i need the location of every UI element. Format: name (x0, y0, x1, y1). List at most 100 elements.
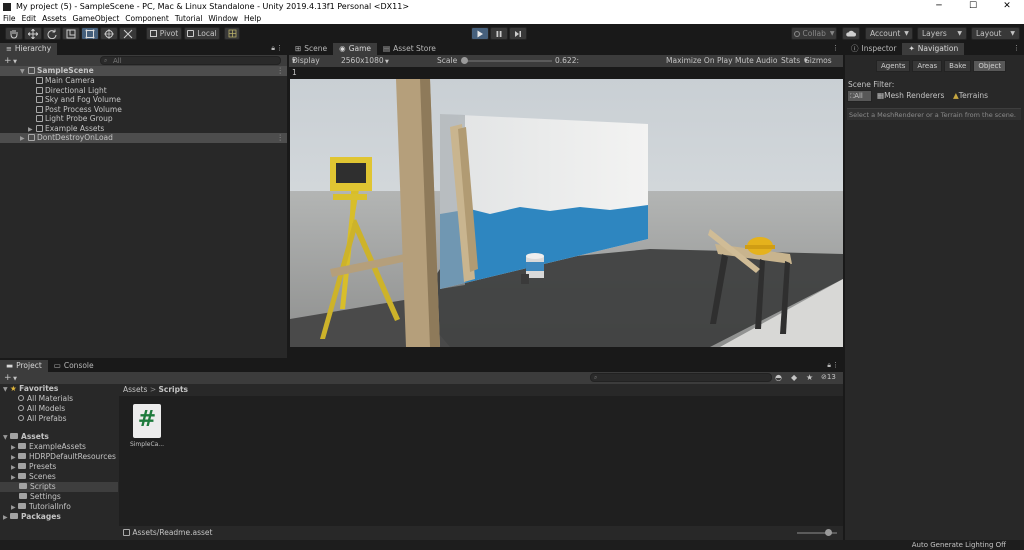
layout-dropdown[interactable]: Layout ▼ (971, 27, 1020, 40)
tree-assets[interactable]: ▼ Assets (0, 432, 118, 442)
lock-icon[interactable]: 🔒︎ (827, 361, 831, 370)
nav-areas-button[interactable]: Areas (912, 60, 943, 72)
filter-by-label-icon[interactable]: ◆ (791, 373, 797, 382)
hierarchy-item-samplescene[interactable]: ▼ SampleScene ⋮ (0, 66, 287, 76)
minimize-button[interactable]: ─ (922, 0, 956, 13)
project-panel: ▬ Project ▭ Console 🔒︎ ⋮ + ▼ ⌕ ◓ ◆ ★ ⊘13 ▼… (0, 360, 843, 540)
panel-menu-icon[interactable]: ⋮ (276, 44, 283, 52)
filter-mesh-renderers-button[interactable]: ▦Mesh Renderers (877, 90, 944, 102)
tree-packages[interactable]: ▶ Packages (0, 512, 118, 522)
rotate-tool-button[interactable] (43, 27, 61, 40)
nav-agents-button[interactable]: Agents (876, 60, 911, 72)
collab-dropdown[interactable]: Collab ▼ (791, 27, 837, 40)
filter-terrains-button[interactable]: ▲Terrains (953, 90, 988, 102)
layers-dropdown[interactable]: Layers ▼ (917, 27, 967, 40)
panel-menu-icon[interactable]: ⋮ (832, 361, 839, 369)
icon-size-slider-track[interactable] (797, 529, 837, 536)
tree-folder-presets[interactable]: ▶ Presets (0, 462, 118, 472)
tab-inspector[interactable]: ⓘ Inspector (845, 43, 902, 55)
resolution-dropdown[interactable]: 2560x1080 ▼ (341, 55, 389, 68)
menu-help[interactable]: Help (241, 14, 264, 23)
local-toggle[interactable]: Local (184, 27, 220, 40)
stats-toggle[interactable]: Stats (781, 55, 800, 67)
icon-size-slider-handle[interactable] (825, 529, 833, 536)
hierarchy-item-dontdestroyonload[interactable]: ▶ DontDestroyOnLoad ⋮ (0, 133, 287, 143)
tab-scene[interactable]: ⊞ Scene (289, 43, 333, 55)
tree-folder-settings[interactable]: Settings (0, 492, 118, 502)
menu-assets[interactable]: Assets (39, 14, 69, 23)
grid-snap-button[interactable] (224, 27, 240, 40)
scale-slider-handle[interactable] (460, 57, 468, 64)
move-tool-button[interactable] (24, 27, 42, 40)
expand-arrow-icon[interactable]: ▶ (11, 464, 16, 471)
panel-menu-icon[interactable]: ⋮ (832, 44, 839, 52)
step-button[interactable] (509, 27, 527, 40)
tree-folder-scripts[interactable]: Scripts (0, 482, 118, 492)
filter-by-type-icon[interactable]: ◓ (775, 373, 782, 382)
menu-component[interactable]: Component (122, 14, 172, 23)
breadcrumb-current[interactable]: Scripts (158, 385, 188, 394)
cloud-services-button[interactable] (842, 27, 860, 40)
expand-arrow-icon[interactable]: ▼ (3, 434, 8, 441)
hierarchy-item-sky-fog[interactable]: Sky and Fog Volume (0, 95, 287, 105)
hierarchy-search-input[interactable]: ⌕ All (100, 56, 281, 65)
favorite-star-icon[interactable]: ★ (806, 373, 813, 382)
game-viewport[interactable] (290, 79, 843, 347)
hierarchy-item-light-probe[interactable]: Light Probe Group (0, 114, 287, 124)
tree-favorite-item[interactable]: All Materials (0, 394, 118, 404)
tree-favorite-item[interactable]: All Prefabs (0, 414, 118, 424)
tree-folder-scenes[interactable]: ▶ Scenes (0, 472, 118, 482)
menu-edit[interactable]: Edit (19, 14, 40, 23)
grid-snap-icon (228, 29, 236, 38)
pivot-toggle[interactable]: Pivot (146, 27, 182, 40)
tab-hierarchy[interactable]: ≡ Hierarchy (0, 43, 58, 55)
tree-favorite-item[interactable]: All Models (0, 404, 118, 414)
lock-icon[interactable]: 🔒︎ (271, 44, 275, 53)
tree-folder-hdrpdefaultresources[interactable]: ▶ HDRPDefaultResources (0, 452, 118, 462)
hand-icon (10, 29, 18, 39)
mute-audio-toggle[interactable]: Mute Audio (735, 55, 777, 67)
scale-tool-button[interactable] (62, 27, 80, 40)
expand-arrow-icon[interactable]: ▶ (11, 474, 16, 481)
tab-project[interactable]: ▬ Project (0, 360, 48, 372)
tab-console[interactable]: ▭ Console (48, 360, 100, 372)
close-button[interactable]: ✕ (990, 0, 1024, 13)
nav-object-button[interactable]: Object (973, 60, 1007, 72)
project-search-input[interactable]: ⌕ (590, 373, 772, 382)
item-menu-icon[interactable]: ⋮ (277, 66, 285, 76)
hand-tool-button[interactable] (5, 27, 23, 40)
expand-arrow-icon[interactable]: ▶ (20, 134, 28, 144)
hidden-packages-toggle[interactable]: ⊘13 (821, 373, 836, 381)
custom-tool-button[interactable] (119, 27, 137, 40)
expand-arrow-icon[interactable]: ▶ (11, 454, 16, 461)
expand-arrow-icon[interactable]: ▶ (3, 514, 8, 521)
maximize-button[interactable]: ☐ (956, 0, 990, 13)
hierarchy-item-main-camera[interactable]: Main Camera (0, 76, 287, 86)
expand-arrow-icon[interactable]: ▶ (11, 504, 16, 511)
play-button[interactable] (471, 27, 489, 40)
pause-button[interactable] (490, 27, 508, 40)
rect-tool-button[interactable] (81, 27, 99, 40)
filter-all-button[interactable]: ⛶All (847, 90, 872, 102)
tree-favorites[interactable]: ▼ ★ Favorites (0, 384, 118, 394)
menu-window[interactable]: Window (205, 14, 241, 23)
menu-file[interactable]: File (0, 14, 19, 23)
menu-tutorial[interactable]: Tutorial (172, 14, 206, 23)
account-dropdown[interactable]: Account ▼ (865, 27, 913, 40)
panel-menu-icon[interactable]: ⋮ (1013, 44, 1020, 52)
tab-asset-store[interactable]: ▤ Asset Store (377, 43, 442, 55)
breadcrumb-root[interactable]: Assets (123, 385, 147, 394)
asset-tile[interactable]: # SimpleCa... (129, 404, 165, 450)
expand-arrow-icon[interactable]: ▼ (3, 386, 8, 393)
nav-bake-button[interactable]: Bake (944, 60, 972, 72)
transform-tool-button[interactable] (100, 27, 118, 40)
menu-gameobject[interactable]: GameObject (70, 14, 123, 23)
scale-slider-track[interactable] (460, 57, 552, 64)
tab-game[interactable]: ◉ Game (333, 43, 378, 55)
maximize-on-play-toggle[interactable]: Maximize On Play (666, 55, 733, 67)
tree-folder-exampleassets[interactable]: ▶ ExampleAssets (0, 442, 118, 452)
tree-folder-tutorialinfo[interactable]: ▶ TutorialInfo (0, 502, 118, 512)
tab-navigation[interactable]: ✦ Navigation (902, 43, 965, 55)
item-menu-icon[interactable]: ⋮ (277, 133, 285, 143)
expand-arrow-icon[interactable]: ▶ (11, 444, 16, 451)
